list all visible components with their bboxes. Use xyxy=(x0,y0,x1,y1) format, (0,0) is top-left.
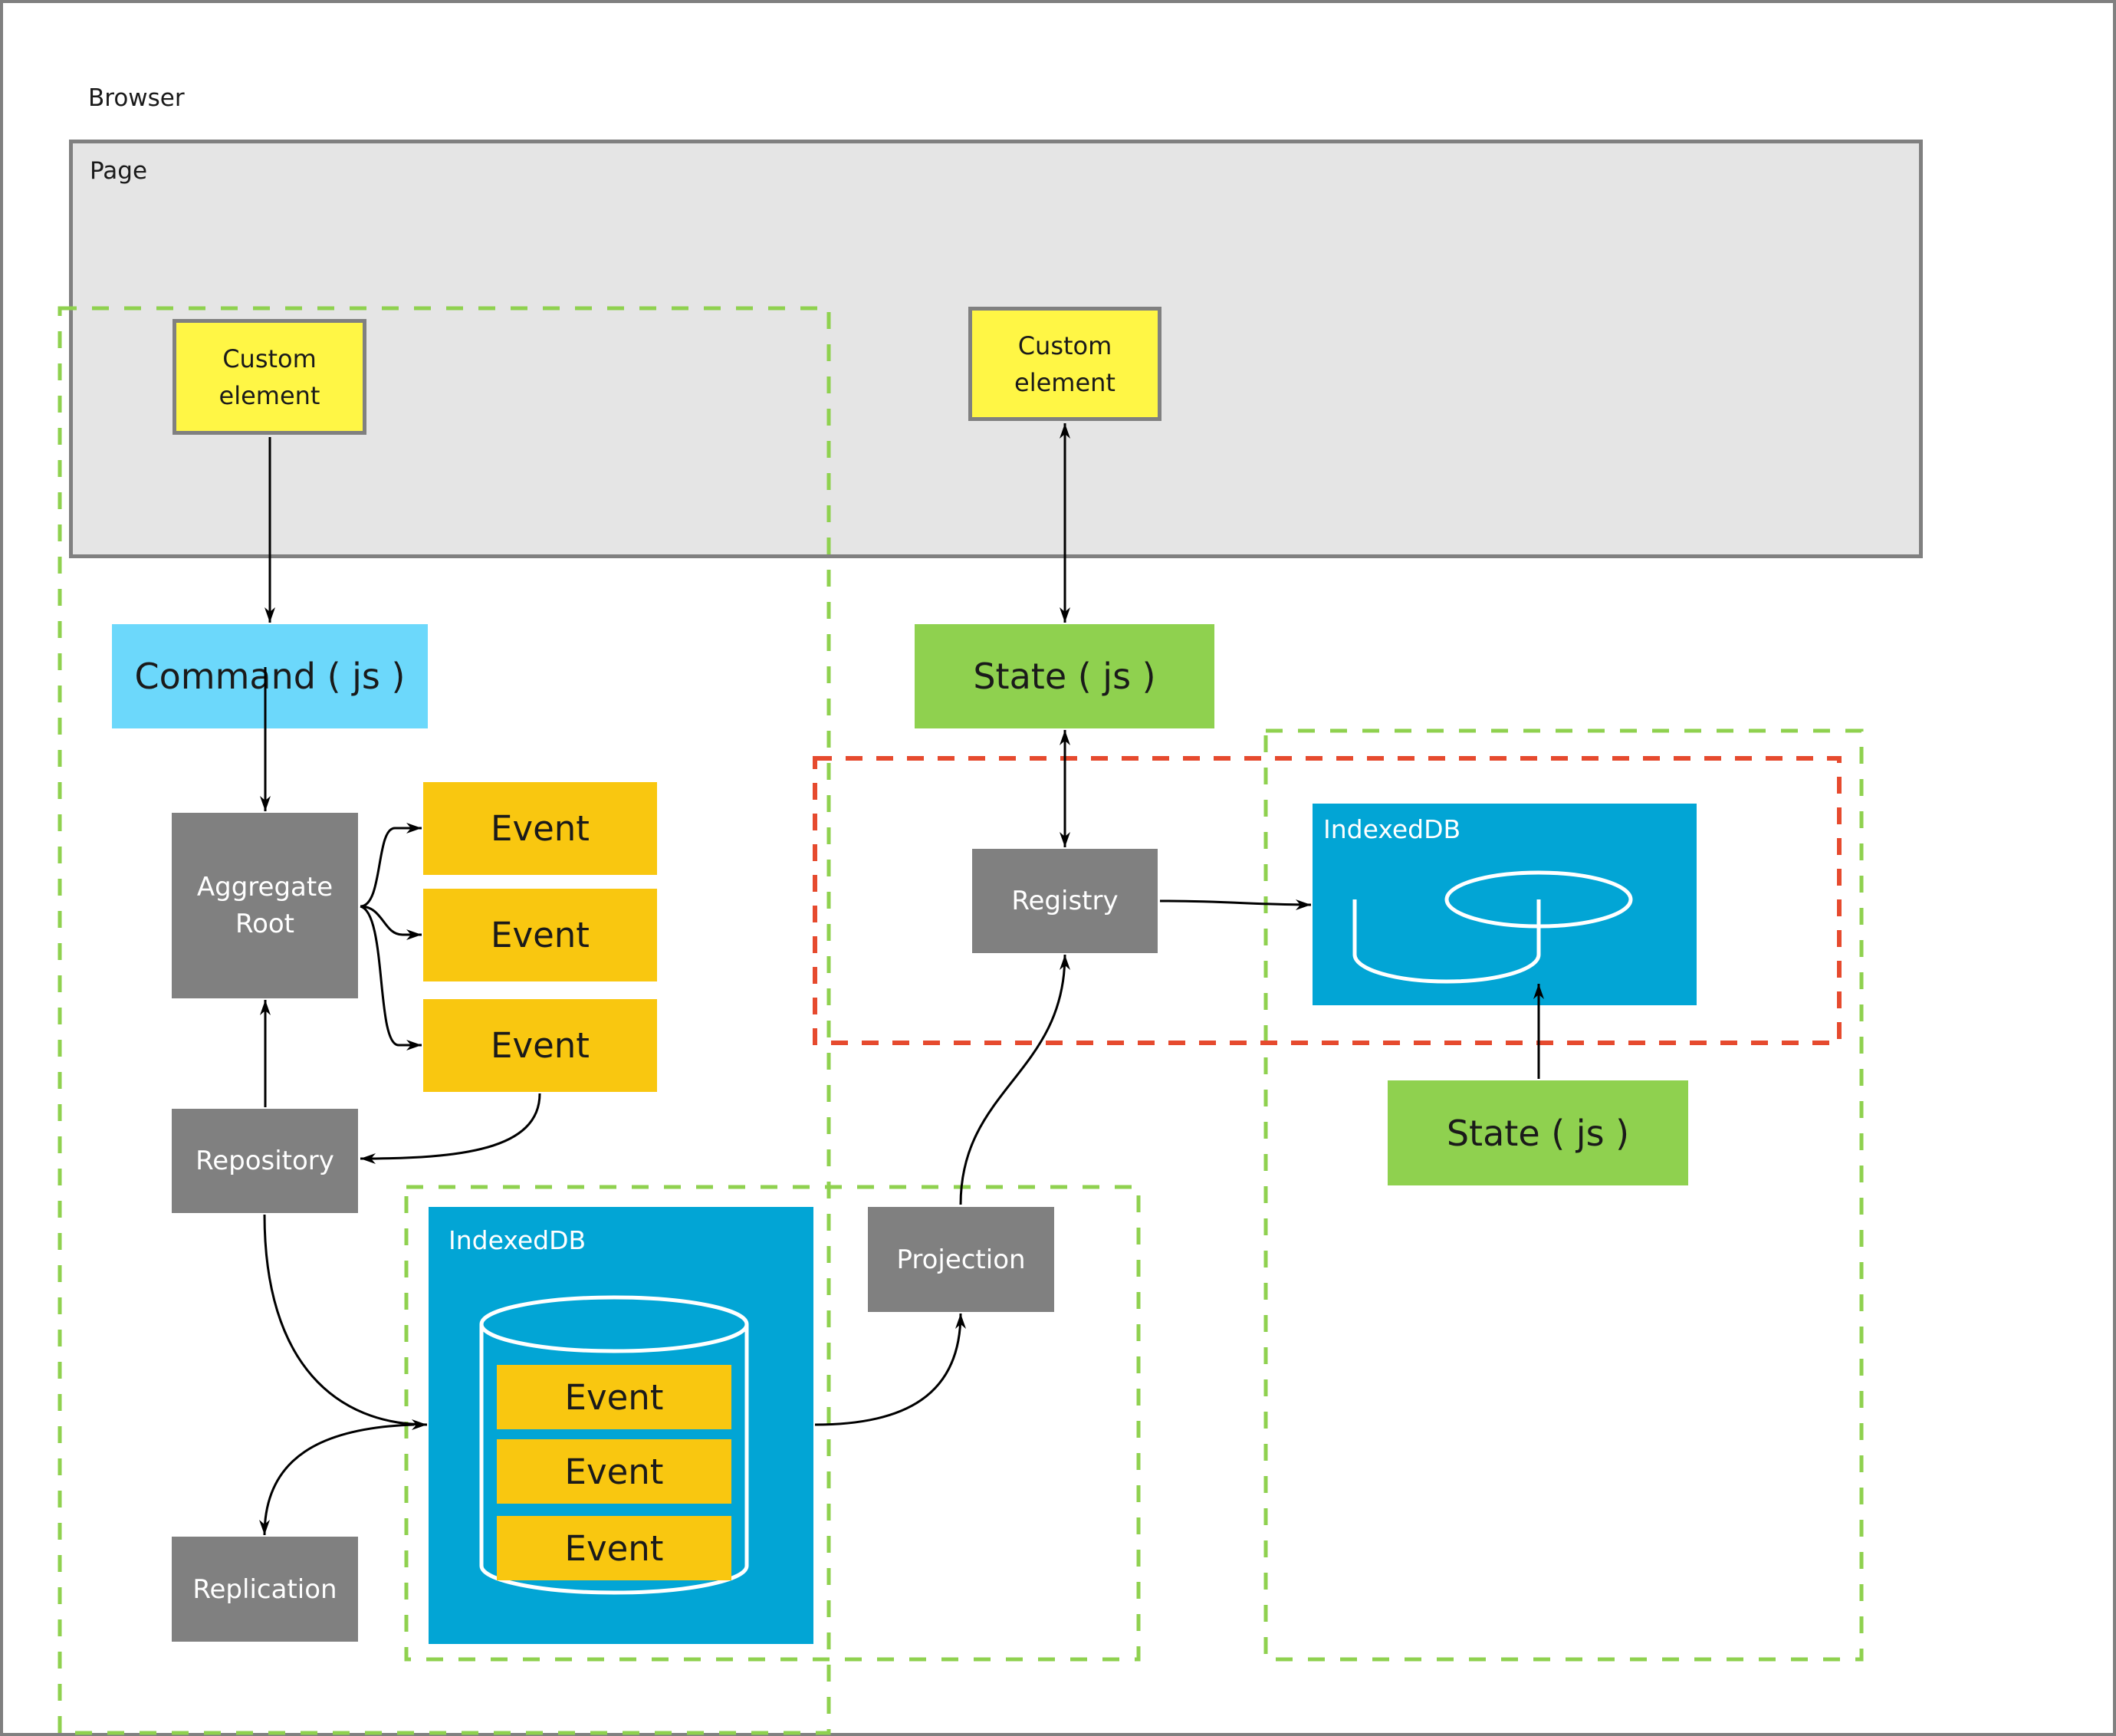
stored-event-label: Event xyxy=(564,1376,664,1418)
custom-element-line2: element xyxy=(219,380,320,410)
command-label: Command ( js ) xyxy=(134,656,406,697)
event-label: Event xyxy=(491,1025,590,1066)
custom-element-line1: Custom xyxy=(1017,330,1112,360)
custom-element-command[interactable]: Custom element xyxy=(172,319,366,435)
database-cylinder-top-icon xyxy=(1444,870,1633,929)
state-secondary-label: State ( js ) xyxy=(1446,1112,1630,1154)
registry-label: Registry xyxy=(1011,886,1119,916)
aggregate-root-line2: Root xyxy=(235,909,295,939)
stored-event-label: Event xyxy=(564,1527,664,1569)
projection-label: Projection xyxy=(896,1244,1026,1275)
indexeddb-state-store[interactable]: IndexedDB xyxy=(1313,804,1697,1005)
repository-node[interactable]: Repository xyxy=(172,1109,358,1213)
registry-node[interactable]: Registry xyxy=(972,849,1158,953)
event-node[interactable]: Event xyxy=(423,782,657,875)
state-node[interactable]: State ( js ) xyxy=(915,624,1214,728)
replication-label: Replication xyxy=(192,1573,337,1605)
projection-node[interactable]: Projection xyxy=(868,1207,1054,1312)
stored-event-label: Event xyxy=(564,1451,664,1492)
state-secondary-node[interactable]: State ( js ) xyxy=(1388,1080,1688,1185)
state-label: State ( js ) xyxy=(973,656,1156,697)
aggregate-root-node[interactable]: Aggregate Root xyxy=(172,813,358,998)
command-node[interactable]: Command ( js ) xyxy=(112,624,428,728)
event-node[interactable]: Event xyxy=(423,889,657,981)
stored-event-node[interactable]: Event xyxy=(497,1365,731,1429)
custom-element-line2: element xyxy=(1014,367,1116,397)
page-label: Page xyxy=(90,157,148,185)
custom-element-query[interactable]: Custom element xyxy=(968,307,1162,421)
repository-label: Repository xyxy=(196,1146,334,1176)
stored-event-node[interactable]: Event xyxy=(497,1516,731,1580)
aggregate-root-line1: Aggregate xyxy=(196,872,334,903)
replication-node[interactable]: Replication xyxy=(172,1537,358,1642)
stored-event-node[interactable]: Event xyxy=(497,1439,731,1504)
event-label: Event xyxy=(491,808,590,849)
browser-label: Browser xyxy=(88,84,185,112)
custom-element-line1: Custom xyxy=(222,344,317,373)
event-node[interactable]: Event xyxy=(423,999,657,1092)
event-label: Event xyxy=(491,915,590,955)
indexeddb-event-store[interactable]: IndexedDB Event Event Event xyxy=(429,1207,813,1644)
